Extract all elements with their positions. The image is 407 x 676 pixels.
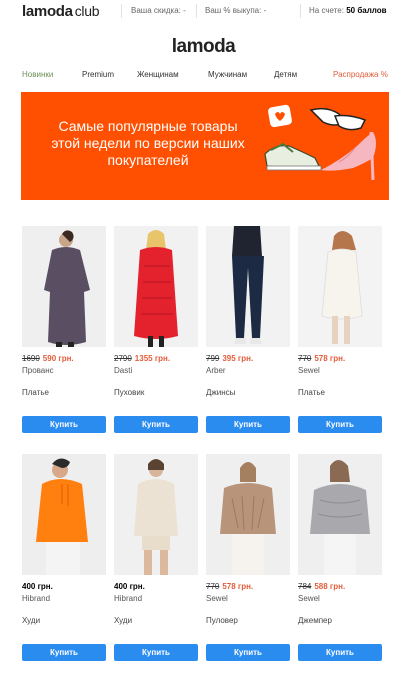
account-value: 50 баллов [346, 6, 387, 15]
product-card[interactable]: 799 395 грн. Arber Джинсы Купить [206, 226, 290, 433]
nav-item-new[interactable]: Новинки [22, 70, 53, 79]
lamoda-club-logo[interactable]: lamoda club [22, 3, 100, 20]
price-block: 784 588 грн. [298, 582, 345, 591]
buy-button[interactable]: Купить [114, 644, 198, 661]
product-photo[interactable] [114, 226, 198, 347]
product-brand[interactable]: Sewel [298, 594, 320, 603]
main-nav: Новинки Premium Женщинам Мужчинам Детям … [0, 70, 407, 82]
price-block: 770 578 грн. [206, 582, 253, 591]
buy-button[interactable]: Купить [298, 644, 382, 661]
buy-button[interactable]: Купить [22, 644, 106, 661]
old-price: 770 [298, 354, 312, 363]
product-card[interactable]: 2790 1355 грн. Dasti Пуховик Купить [114, 226, 198, 433]
product-category: Джинсы [206, 388, 236, 397]
product-brand[interactable]: Arber [206, 366, 226, 375]
account-balance: На счете: 50 баллов [309, 6, 387, 15]
sale-price: 590 грн. [42, 354, 74, 363]
promo-banner[interactable]: Самые популярные товары этой недели по в… [21, 92, 389, 200]
white-knit-dress-photo [298, 226, 382, 347]
main-logo[interactable]: lamoda [0, 36, 407, 58]
old-price: 2790 [114, 354, 132, 363]
buy-button[interactable]: Купить [114, 416, 198, 433]
old-price: 1690 [22, 354, 40, 363]
nav-item-women[interactable]: Женщинам [137, 70, 179, 79]
product-category: Платье [298, 388, 325, 397]
high-heel-shoe-icon [321, 131, 376, 181]
sale-price: 578 грн. [314, 354, 346, 363]
knit-pullover-photo [206, 454, 290, 575]
logo-text: lamoda [22, 3, 73, 20]
discount-label: Ваша скидка: - [131, 6, 186, 15]
product-brand[interactable]: Прованс [22, 366, 54, 375]
price-block: 770 578 грн. [298, 354, 345, 363]
product-card[interactable]: 400 грн. Hibrand Худи Купить [114, 454, 198, 661]
price-block: 2790 1355 грн. [114, 354, 170, 363]
sale-price: 588 грн. [314, 582, 346, 591]
product-photo[interactable] [22, 226, 106, 347]
orange-hoodie-photo [22, 454, 106, 575]
sunglasses-icon [309, 107, 367, 131]
grey-jumper-photo [298, 454, 382, 575]
product-category: Пуловер [206, 616, 238, 625]
nav-item-kids[interactable]: Детям [274, 70, 297, 79]
club-text: club [74, 3, 100, 19]
account-label: На счете: [309, 6, 344, 15]
product-brand[interactable]: Sewel [298, 366, 320, 375]
product-brand[interactable]: Hibrand [22, 594, 50, 603]
sale-price: 395 грн. [222, 354, 254, 363]
heart-bubble-icon [268, 104, 292, 128]
buy-button[interactable]: Купить [22, 416, 106, 433]
price-block: 400 грн. [22, 582, 53, 591]
price: 400 грн. [114, 582, 145, 591]
price-block: 400 грн. [114, 582, 145, 591]
product-photo[interactable] [22, 454, 106, 575]
product-category: Платье [22, 388, 49, 397]
red-puffer-coat-photo [114, 226, 198, 347]
old-price: 784 [298, 582, 312, 591]
beige-hoodie-photo [114, 454, 198, 575]
product-card[interactable]: 1690 590 грн. Прованс Платье Купить [22, 226, 106, 433]
old-price: 770 [206, 582, 220, 591]
product-category: Пуховик [114, 388, 145, 397]
product-photo[interactable] [298, 226, 382, 347]
buyout-label: Ваш % выкупа: - [205, 6, 267, 15]
product-brand[interactable]: Hibrand [114, 594, 142, 603]
sale-price: 578 грн. [222, 582, 254, 591]
divider [121, 4, 122, 18]
product-photo[interactable] [206, 454, 290, 575]
product-card[interactable]: 784 588 грн. Sewel Джемпер Купить [298, 454, 382, 661]
product-category: Джемпер [298, 616, 332, 625]
product-photo[interactable] [206, 226, 290, 347]
product-category: Худи [22, 616, 41, 625]
knit-dress-photo [22, 226, 106, 347]
nav-item-men[interactable]: Мужчинам [208, 70, 247, 79]
product-card[interactable]: 400 грн. Hibrand Худи Купить [22, 454, 106, 661]
price: 400 грн. [22, 582, 53, 591]
product-photo[interactable] [114, 454, 198, 575]
buy-button[interactable]: Купить [206, 416, 290, 433]
product-category: Худи [114, 616, 133, 625]
nav-item-sale[interactable]: Распродажа % [333, 70, 388, 79]
product-card[interactable]: 770 578 грн. Sewel Пуловер Купить [206, 454, 290, 661]
price-block: 1690 590 грн. [22, 354, 74, 363]
jeans-photo [206, 226, 290, 347]
banner-illustration [264, 104, 376, 181]
divider [196, 4, 197, 18]
product-brand[interactable]: Sewel [206, 594, 228, 603]
old-price: 799 [206, 354, 220, 363]
product-brand[interactable]: Dasti [114, 366, 132, 375]
top-bar: lamoda club Ваша скидка: - Ваш % выкупа: … [0, 0, 407, 22]
sneakers-icon [264, 142, 322, 171]
divider [300, 4, 301, 18]
price-block: 799 395 грн. [206, 354, 253, 363]
nav-item-premium[interactable]: Premium [82, 70, 114, 79]
sale-price: 1355 грн. [134, 354, 171, 363]
product-photo[interactable] [298, 454, 382, 575]
product-card[interactable]: 770 578 грн. Sewel Платье Купить [298, 226, 382, 433]
buy-button[interactable]: Купить [206, 644, 290, 661]
buy-button[interactable]: Купить [298, 416, 382, 433]
